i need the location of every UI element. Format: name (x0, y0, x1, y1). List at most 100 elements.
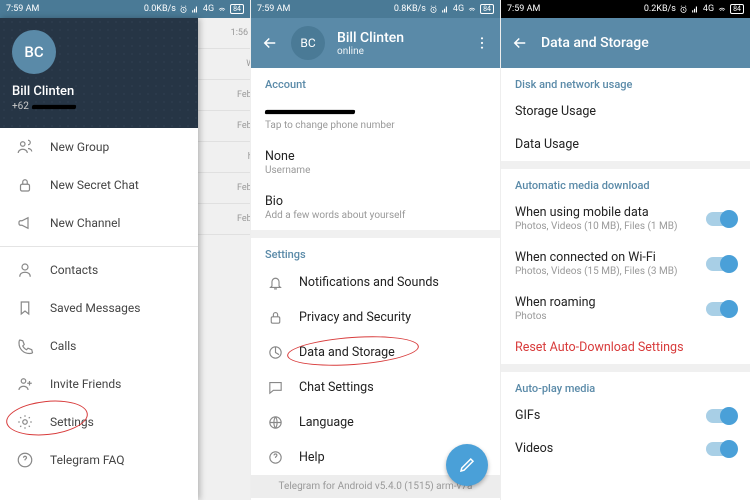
status-net: 0.8KB/s (394, 4, 426, 14)
menu-settings[interactable]: Settings (0, 403, 198, 441)
divider (501, 161, 750, 169)
edit-fab[interactable] (446, 444, 488, 486)
pencil-icon (458, 456, 476, 474)
menu-invite-friends[interactable]: Invite Friends (0, 365, 198, 403)
section-auto-download: Automatic media download (501, 169, 750, 196)
menu-new-secret-chat[interactable]: New Secret Chat (0, 166, 198, 204)
section-settings: Settings (251, 238, 500, 265)
row-videos[interactable]: Videos (501, 432, 750, 465)
toggle-wifi[interactable] (706, 257, 736, 271)
redacted-phone (265, 110, 356, 114)
help-icon (16, 451, 34, 469)
data-icon (267, 344, 284, 361)
menu-new-channel[interactable]: New Channel (0, 204, 198, 242)
chat-icon (267, 379, 284, 396)
back-icon[interactable] (511, 34, 529, 52)
menu-faq[interactable]: Telegram FAQ (0, 441, 198, 479)
group-icon (16, 138, 34, 156)
menu-label: Saved Messages (50, 301, 140, 315)
row-wifi[interactable]: When connected on Wi-Fi Photos, Videos (… (501, 241, 750, 286)
status-bar: 7:59 AM 0.2KB/s 4G 84 (501, 0, 750, 18)
section-account: Account (251, 68, 500, 95)
row-data-usage[interactable]: Data Usage (501, 128, 750, 161)
status-time: 7:59 AM (257, 4, 290, 14)
page-title: Data and Storage (541, 35, 649, 51)
menu-contacts[interactable]: Contacts (0, 251, 198, 289)
menu-label: Telegram FAQ (50, 453, 124, 467)
back-icon[interactable] (261, 34, 279, 52)
status-time: 7:59 AM (507, 4, 540, 14)
divider (0, 246, 198, 247)
row-privacy[interactable]: Privacy and Security (251, 300, 500, 335)
signal-icon (441, 5, 450, 14)
more-icon[interactable] (474, 35, 490, 51)
row-reset-auto-download[interactable]: Reset Auto-Download Settings (501, 331, 750, 364)
status-4g: 4G (203, 4, 214, 14)
status-time: 7:59 AM (6, 4, 39, 14)
row-language[interactable]: Language (251, 405, 500, 440)
row-data-storage[interactable]: Data and Storage (251, 335, 500, 370)
menu-label: New Channel (50, 216, 120, 230)
divider (501, 364, 750, 372)
toggle-videos[interactable] (706, 442, 736, 456)
menu-label: Calls (50, 339, 76, 353)
row-mobile-data[interactable]: When using mobile data Photos, Videos (1… (501, 196, 750, 241)
bell-icon (267, 274, 284, 291)
page-header: Data and Storage (501, 18, 750, 68)
user-phone: +62 (12, 101, 186, 112)
menu-label: Settings (50, 415, 94, 429)
row-notifications[interactable]: Notifications and Sounds (251, 265, 500, 300)
status-net: 0.2KB/s (644, 4, 676, 14)
alarm-icon (429, 5, 438, 14)
lock-icon (16, 176, 34, 194)
profile-header: BC Bill Clinten online (251, 18, 500, 68)
user-avatar[interactable]: BC (12, 30, 56, 74)
toggle-mobile[interactable] (706, 212, 736, 226)
phone-icon (16, 337, 34, 355)
help-icon (267, 449, 284, 466)
screen-data-storage: 7:59 AM 0.2KB/s 4G 84 Data and Storage D… (500, 0, 750, 500)
status-4g: 4G (703, 4, 714, 14)
toggle-gifs[interactable] (706, 409, 736, 423)
wifi-icon (467, 5, 477, 14)
alarm-icon (179, 5, 188, 14)
row-phone[interactable]: Tap to change phone number (251, 95, 500, 140)
menu-label: New Secret Chat (50, 178, 139, 192)
user-icon (16, 261, 34, 279)
add-user-icon (16, 375, 34, 393)
row-storage-usage[interactable]: Storage Usage (501, 95, 750, 128)
status-net: 0.0KB/s (144, 4, 176, 14)
user-avatar[interactable]: BC (291, 26, 325, 60)
row-roaming[interactable]: When roaming Photos (501, 286, 750, 331)
row-username[interactable]: None Username (251, 140, 500, 185)
row-chat-settings[interactable]: Chat Settings (251, 370, 500, 405)
screen-settings: 7:59 AM 0.8KB/s 4G 84 BC Bill Clinten on… (250, 0, 500, 500)
battery-icon: 84 (480, 4, 494, 14)
alarm-icon (679, 5, 688, 14)
status-bar: 7:59 AM 0.0KB/s 4G 84 (0, 0, 250, 18)
menu-label: Invite Friends (50, 377, 121, 391)
row-bio[interactable]: Bio Add a few words about yourself (251, 185, 500, 230)
section-autoplay: Auto-play media (501, 372, 750, 399)
battery-icon: 84 (730, 4, 744, 14)
battery-icon: 84 (230, 4, 244, 14)
profile-status: online (337, 46, 404, 57)
chat-list-background: 1:56 AM Wed Feb 11 Feb 10 h ya Feb 08 Fe… (198, 18, 250, 500)
globe-icon (267, 414, 284, 431)
signal-icon (691, 5, 700, 14)
bookmark-icon (16, 299, 34, 317)
wifi-icon (717, 5, 727, 14)
menu-calls[interactable]: Calls (0, 327, 198, 365)
redacted-phone (32, 104, 77, 108)
menu-new-group[interactable]: New Group (0, 128, 198, 166)
lock-icon (267, 309, 284, 326)
menu-saved-messages[interactable]: Saved Messages (0, 289, 198, 327)
toggle-roaming[interactable] (706, 302, 736, 316)
gear-icon (16, 413, 34, 431)
user-name: Bill Clinten (12, 84, 186, 99)
divider (251, 230, 500, 238)
row-gifs[interactable]: GIFs (501, 399, 750, 432)
wifi-icon (217, 5, 227, 14)
profile-name: Bill Clinten (337, 30, 404, 46)
drawer-header: BC Bill Clinten +62 (0, 18, 198, 128)
